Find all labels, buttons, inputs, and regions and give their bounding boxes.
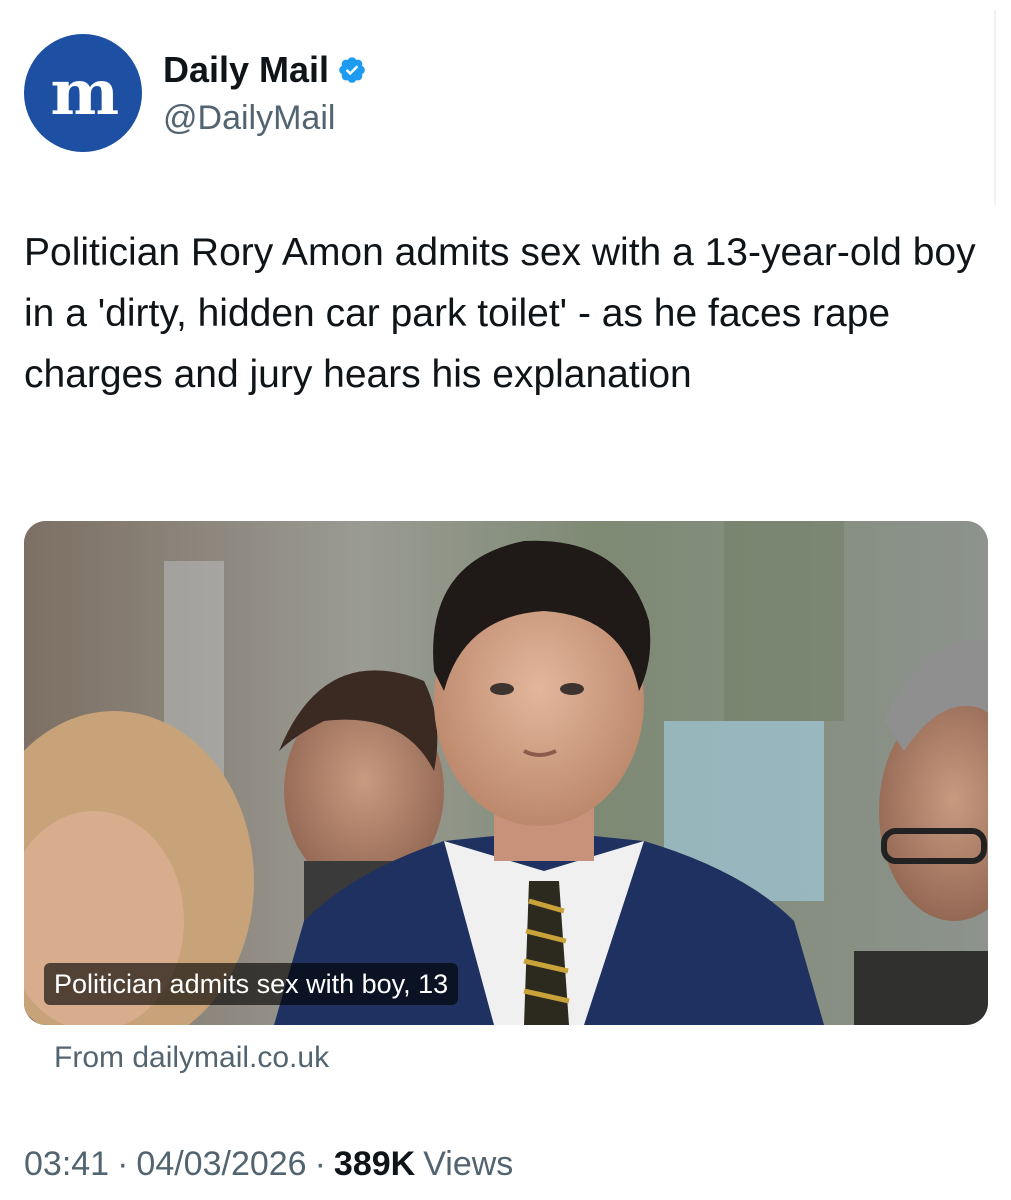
card-source-link[interactable]: From dailymail.co.uk: [54, 1038, 329, 1078]
views-count: 389K: [333, 1145, 416, 1183]
tweet-time[interactable]: 03:41: [24, 1142, 109, 1186]
tweet-text: Politician Rory Amon admits sex with a 1…: [24, 231, 976, 396]
divider: [994, 10, 996, 205]
meta-separator: ·: [117, 1145, 129, 1183]
card-caption: Politician admits sex with boy, 13: [44, 963, 459, 1005]
tweet-date[interactable]: 04/03/2026: [136, 1142, 306, 1186]
author-name-text: Daily Mail: [163, 49, 330, 90]
tweet: m Daily Mail @DailyMail Politician Rory …: [0, 0, 1011, 1200]
author-handle[interactable]: @DailyMail: [163, 97, 335, 139]
avatar[interactable]: m: [24, 34, 142, 152]
link-card[interactable]: Politician admits sex with boy, 13: [24, 521, 988, 1025]
author-name[interactable]: Daily Mail: [163, 48, 367, 92]
meta-separator: ·: [314, 1145, 326, 1183]
article-photo: [24, 521, 988, 1025]
views-label: Views: [423, 1145, 514, 1183]
tweet-meta: 03:41 · 04/03/2026 · 389K Views: [24, 1142, 513, 1186]
verified-badge-icon: [339, 57, 365, 83]
daily-mail-logo-glyph: m: [50, 56, 119, 129]
